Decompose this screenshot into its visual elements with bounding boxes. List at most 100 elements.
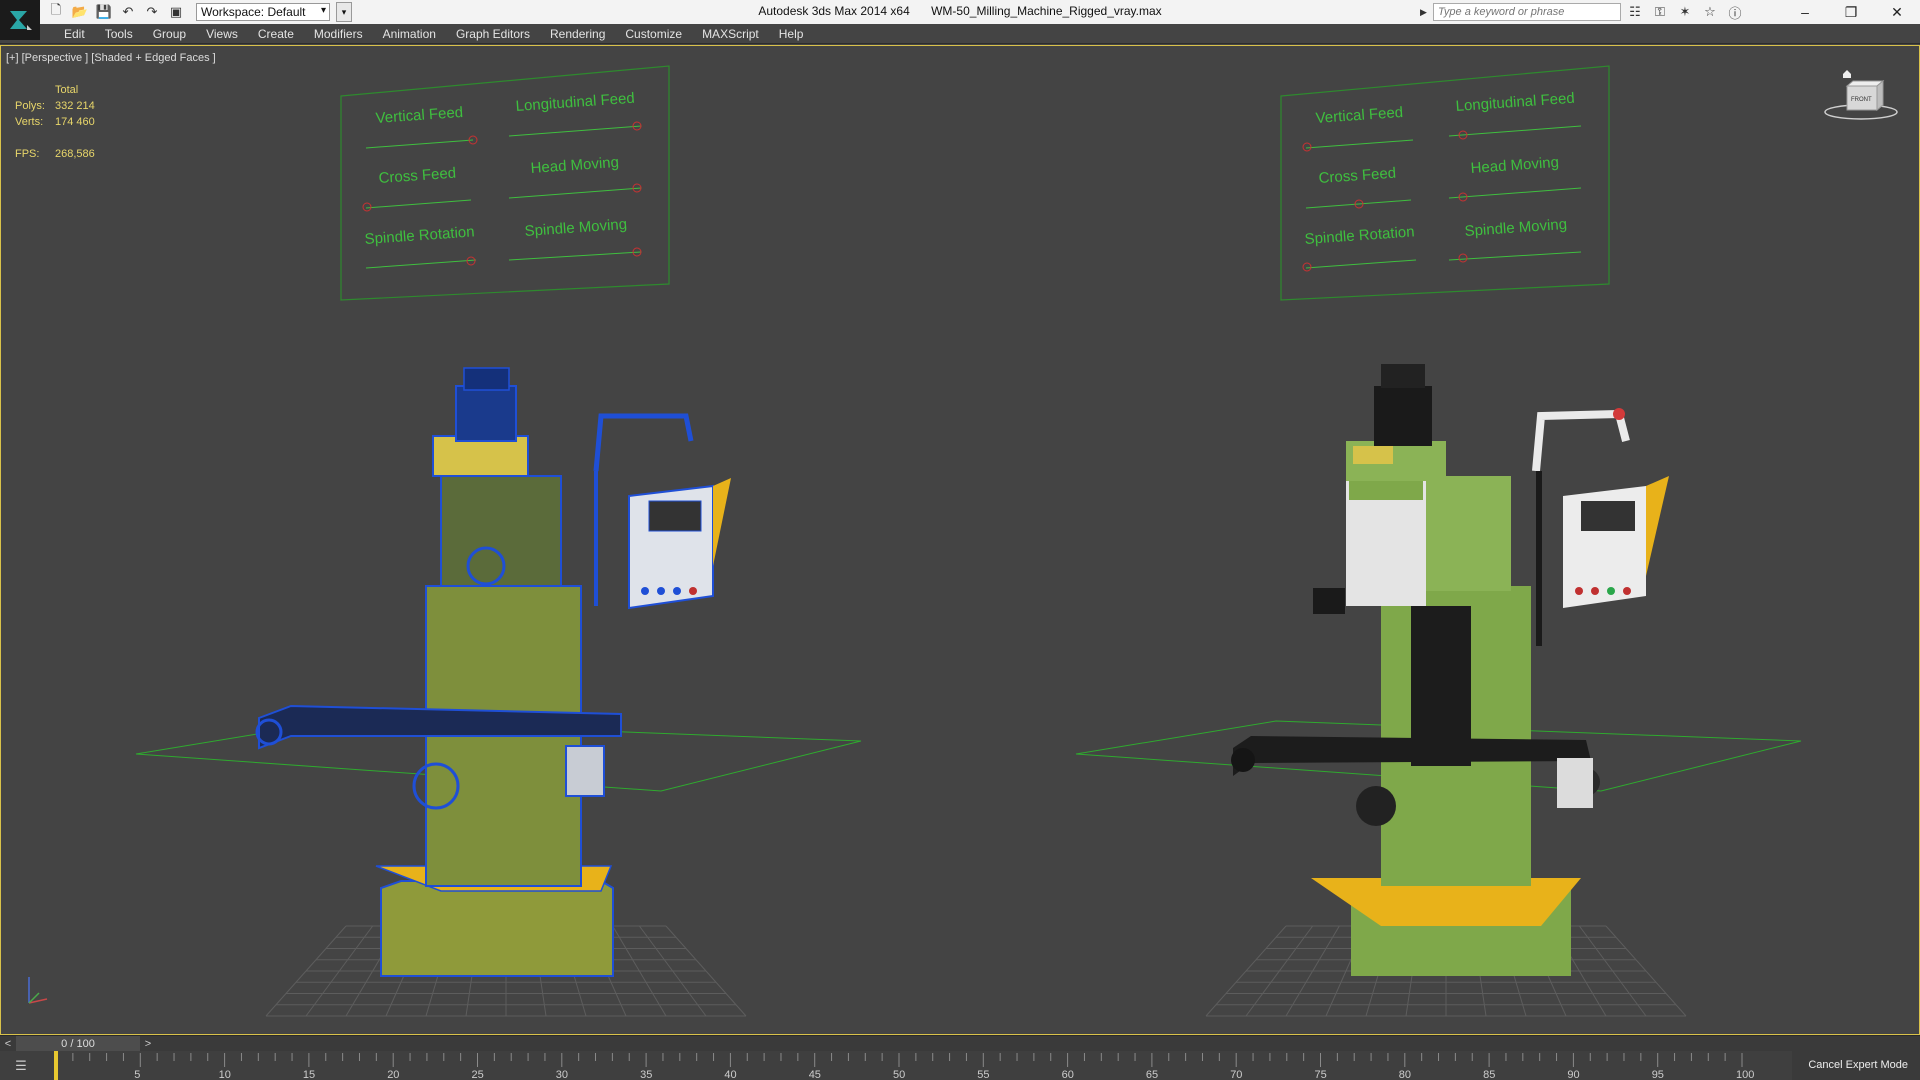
close-button[interactable]: ✕ — [1874, 0, 1920, 24]
exchange-icon[interactable]: ✶ — [1674, 2, 1696, 22]
verts-value: 174 460 — [55, 116, 95, 128]
track-tick-label: 70 — [1230, 1069, 1242, 1080]
menu-graph-editors[interactable]: Graph Editors — [446, 24, 540, 44]
menu-help[interactable]: Help — [769, 24, 814, 44]
milling-machine-wireframe[interactable] — [255, 367, 731, 977]
play-arrow-icon[interactable]: ▶ — [1420, 7, 1430, 18]
track-tick-label: 85 — [1483, 1069, 1495, 1080]
viewcube[interactable]: FRONT — [1821, 68, 1901, 124]
workspace-dropdown[interactable]: Workspace: Default ▾ — [196, 3, 330, 21]
track-tick-label: 75 — [1315, 1069, 1327, 1080]
track-tick-label: 35 — [640, 1069, 652, 1080]
track-ruler[interactable]: 5 10 15 20 25 30 35 40 45 50 55 60 65 70 75 80 85 90 95 100 — [0, 1051, 1792, 1080]
menu-maxscript[interactable]: MAXScript — [692, 24, 769, 44]
track-tick-label: 30 — [556, 1069, 568, 1080]
track-tick-label: 60 — [1062, 1069, 1074, 1080]
search-input[interactable] — [1433, 3, 1621, 21]
menu-edit[interactable]: Edit — [54, 24, 95, 44]
track-tick-label: 40 — [724, 1069, 736, 1080]
viewport-label[interactable]: [+] [Perspective ] [Shaded + Edged Faces… — [6, 52, 216, 64]
track-tick-label: 25 — [472, 1069, 484, 1080]
app-menu-button[interactable] — [0, 0, 40, 40]
panel-label-longitudinal-feed: Longitudinal Feed — [515, 90, 635, 115]
track-tick-label: 50 — [893, 1069, 905, 1080]
stats-polys: Polys: 332 214 — [15, 98, 95, 114]
toolbar-overflow-button[interactable]: ▾ — [336, 2, 352, 22]
control-panel-left[interactable]: Vertical Feed Longitudinal Feed Cross Fe… — [340, 65, 670, 301]
binoculars-icon[interactable]: ☷ — [1624, 2, 1646, 22]
panel-label-spindle-moving: Spindle Moving — [1464, 216, 1567, 240]
panel-label-spindle-rotation: Spindle Rotation — [364, 223, 475, 248]
undo-icon[interactable]: ↶ — [118, 2, 138, 22]
redo-icon[interactable]: ↷ — [142, 2, 162, 22]
panel-label-vertical-feed: Vertical Feed — [375, 104, 464, 127]
statistics-overlay: Total Polys: 332 214 Verts: 174 460 FPS:… — [15, 82, 95, 162]
perspective-viewport[interactable]: Vertical Feed Longitudinal Feed Cross Fe… — [0, 45, 1920, 1035]
stats-verts: Verts: 174 460 — [15, 114, 95, 130]
axis-tripod-icon — [28, 977, 48, 1004]
menu-customize[interactable]: Customize — [615, 24, 692, 44]
panel-label-vertical-feed: Vertical Feed — [1315, 104, 1404, 127]
panel-label-cross-feed: Cross Feed — [378, 165, 457, 187]
workspace-label: Workspace: Default — [201, 5, 306, 19]
open-file-icon[interactable]: 📂 — [70, 2, 90, 22]
help-icon[interactable]: ⓘ — [1724, 2, 1746, 22]
file-name: WM-50_Milling_Machine_Rigged_vray.max — [931, 4, 1162, 18]
track-tick-label: 65 — [1146, 1069, 1158, 1080]
verts-label: Verts: — [15, 116, 44, 128]
track-tick-label: 90 — [1567, 1069, 1579, 1080]
menu-rendering[interactable]: Rendering — [540, 24, 615, 44]
polys-label: Polys: — [15, 100, 45, 112]
panel-label-head-moving: Head Moving — [530, 154, 619, 177]
app-logo-icon — [10, 11, 32, 30]
track-tick-label: 95 — [1652, 1069, 1664, 1080]
menu-animation[interactable]: Animation — [373, 24, 446, 44]
control-panel-right[interactable]: Vertical Feed Longitudinal Feed Cross Fe… — [1280, 65, 1610, 301]
track-tick-label: 10 — [219, 1069, 231, 1080]
stats-fps: FPS: 268,586 — [15, 146, 95, 162]
panel-label-cross-feed: Cross Feed — [1318, 165, 1397, 187]
time-slider-thumb[interactable]: 0 / 100 — [16, 1036, 140, 1052]
app-name: Autodesk 3ds Max 2014 x64 — [758, 4, 910, 18]
project-folder-icon[interactable]: ▣ — [166, 2, 186, 22]
window-controls: – ❐ ✕ — [1782, 0, 1920, 24]
chevron-down-icon: ▾ — [320, 5, 326, 16]
cancel-expert-mode-button[interactable]: Cancel Expert Mode — [1808, 1059, 1908, 1071]
time-slider-next-button[interactable]: > — [140, 1036, 156, 1052]
current-frame-marker[interactable] — [54, 1051, 58, 1080]
fps-label: FPS: — [15, 148, 40, 160]
track-tick-label: 55 — [977, 1069, 989, 1080]
restore-button[interactable]: ❐ — [1828, 0, 1874, 24]
key-icon[interactable]: ⚿ — [1649, 2, 1671, 22]
menu-modifiers[interactable]: Modifiers — [304, 24, 373, 44]
infocenter: ▶ ☷ ⚿ ✶ ☆ ⓘ — [1420, 2, 1746, 22]
menu-tools[interactable]: Tools — [95, 24, 143, 44]
track-tick-label: 100 — [1736, 1069, 1754, 1080]
milling-machine-shaded[interactable] — [1231, 364, 1669, 976]
track-tick-label: 80 — [1399, 1069, 1411, 1080]
title-bar: 🗋 📂 💾 ↶ ↷ ▣ Workspace: Default ▾ ▾ Autod… — [0, 0, 1920, 40]
viewcube-front-label: FRONT — [1851, 97, 1872, 103]
time-slider[interactable]: < 0 / 100 > — [0, 1035, 1920, 1052]
panel-label-spindle-rotation: Spindle Rotation — [1304, 223, 1415, 248]
panel-label-head-moving: Head Moving — [1470, 154, 1559, 177]
star-icon[interactable]: ☆ — [1699, 2, 1721, 22]
track-tick-label: 5 — [134, 1069, 140, 1080]
track-tick-label: 20 — [387, 1069, 399, 1080]
menu-views[interactable]: Views — [196, 24, 248, 44]
panel-label-longitudinal-feed: Longitudinal Feed — [1455, 90, 1575, 115]
home-icon[interactable] — [1843, 70, 1851, 78]
track-bar[interactable]: 5 10 15 20 25 30 35 40 45 50 55 60 65 70 75 80 85 90 95 100… — [0, 1051, 1920, 1080]
save-file-icon[interactable]: 💾 — [94, 2, 114, 22]
quick-access-toolbar: 🗋 📂 💾 ↶ ↷ ▣ Workspace: Default ▾ ▾ — [46, 2, 352, 22]
new-file-icon[interactable]: 🗋 — [46, 2, 66, 22]
mini-curve-editor-icon[interactable]: ☰ — [6, 1055, 36, 1077]
menu-bar: Edit Tools Group Views Create Modifiers … — [0, 24, 1920, 44]
time-slider-prev-button[interactable]: < — [0, 1036, 16, 1052]
panel-label-spindle-moving: Spindle Moving — [524, 216, 627, 240]
menu-create[interactable]: Create — [248, 24, 304, 44]
scene-canvas[interactable]: Vertical Feed Longitudinal Feed Cross Fe… — [1, 46, 1919, 1034]
menu-group[interactable]: Group — [143, 24, 196, 44]
minimize-button[interactable]: – — [1782, 0, 1828, 24]
track-tick-label: 45 — [809, 1069, 821, 1080]
